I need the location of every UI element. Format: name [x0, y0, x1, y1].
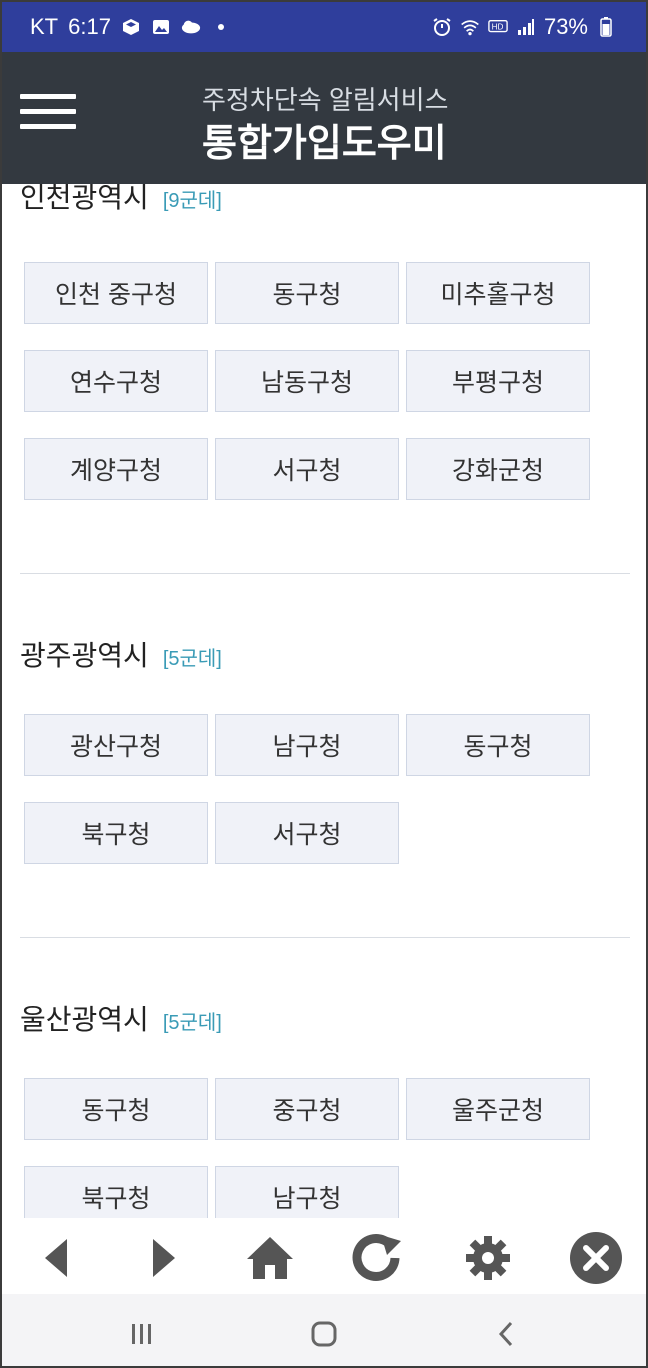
- back-chevron-icon[interactable]: [486, 1314, 526, 1354]
- status-bar: KT 6:17 HD 73%: [2, 2, 646, 52]
- office-button[interactable]: 동구청: [406, 714, 590, 776]
- refresh-icon[interactable]: [348, 1228, 408, 1288]
- region-title-gwangju: 광주광역시 [5군데]: [20, 634, 222, 674]
- region-count: [5군데]: [162, 1012, 222, 1034]
- time-label: 6:17: [68, 14, 111, 39]
- office-button[interactable]: 남구청: [215, 1166, 399, 1218]
- office-button[interactable]: 서구청: [215, 802, 399, 864]
- section-divider: [20, 937, 630, 938]
- office-button[interactable]: 동구청: [24, 1078, 208, 1140]
- region-count: [9군데]: [162, 190, 222, 212]
- office-button[interactable]: 계양구청: [24, 438, 208, 500]
- office-button[interactable]: 미추홀구청: [406, 262, 590, 324]
- app-header: 주정차단속 알림서비스 통합가입도우미: [2, 52, 646, 184]
- settings-gear-icon[interactable]: [458, 1228, 518, 1288]
- office-button[interactable]: 강화군청: [406, 438, 590, 500]
- phone-frame: KT 6:17 HD 73% 주정차단속 알림서비스 통합가입도우미 인천광역시…: [0, 0, 648, 1368]
- region-count: [5군데]: [162, 648, 222, 670]
- region-name: 울산광역시: [20, 1004, 149, 1035]
- wifi-icon: [460, 17, 480, 37]
- region-list[interactable]: 인천광역시 [9군데] 인천 중구청 동구청 미추홀구청 연수구청 남동구청 부평…: [2, 184, 646, 1218]
- signal-icon: [516, 17, 536, 37]
- office-button[interactable]: 남구청: [215, 714, 399, 776]
- app-title: 통합가입도우미: [202, 123, 447, 165]
- office-button[interactable]: 북구청: [24, 802, 208, 864]
- hd-icon: HD: [488, 17, 508, 37]
- box-icon: [121, 17, 141, 37]
- svg-text:HD: HD: [492, 23, 504, 32]
- section-divider: [20, 573, 630, 574]
- hamburger-menu-icon[interactable]: [20, 94, 76, 134]
- office-button[interactable]: 부평구청: [406, 350, 590, 412]
- office-button[interactable]: 연수구청: [24, 350, 208, 412]
- office-button[interactable]: 북구청: [24, 1166, 208, 1218]
- office-button[interactable]: 서구청: [215, 438, 399, 500]
- region-name: 광주광역시: [20, 640, 149, 671]
- office-button[interactable]: 인천 중구청: [24, 262, 208, 324]
- close-circle-icon[interactable]: [566, 1228, 626, 1288]
- back-arrow-icon[interactable]: [26, 1228, 86, 1288]
- recent-apps-icon[interactable]: [122, 1314, 162, 1354]
- dot-icon: [211, 17, 231, 37]
- office-button[interactable]: 동구청: [215, 262, 399, 324]
- home-button-icon[interactable]: [304, 1314, 344, 1354]
- office-button[interactable]: 울주군청: [406, 1078, 590, 1140]
- browser-toolbar: [2, 1218, 646, 1298]
- carrier-label: KT: [30, 14, 59, 39]
- region-name: 인천광역시: [20, 184, 149, 213]
- home-icon[interactable]: [240, 1228, 300, 1288]
- system-nav-bar: [2, 1294, 646, 1366]
- battery-percent: 73%: [543, 14, 588, 39]
- region-title-incheon: 인천광역시 [9군데]: [20, 184, 222, 216]
- battery-icon: [596, 17, 616, 37]
- alarm-icon: [432, 17, 452, 37]
- cloud-icon: [181, 17, 201, 37]
- forward-arrow-icon[interactable]: [134, 1228, 194, 1288]
- office-button[interactable]: 남동구청: [215, 350, 399, 412]
- region-title-ulsan: 울산광역시 [5군데]: [20, 998, 222, 1038]
- image-icon: [151, 17, 171, 37]
- office-button[interactable]: 중구청: [215, 1078, 399, 1140]
- office-button[interactable]: 광산구청: [24, 714, 208, 776]
